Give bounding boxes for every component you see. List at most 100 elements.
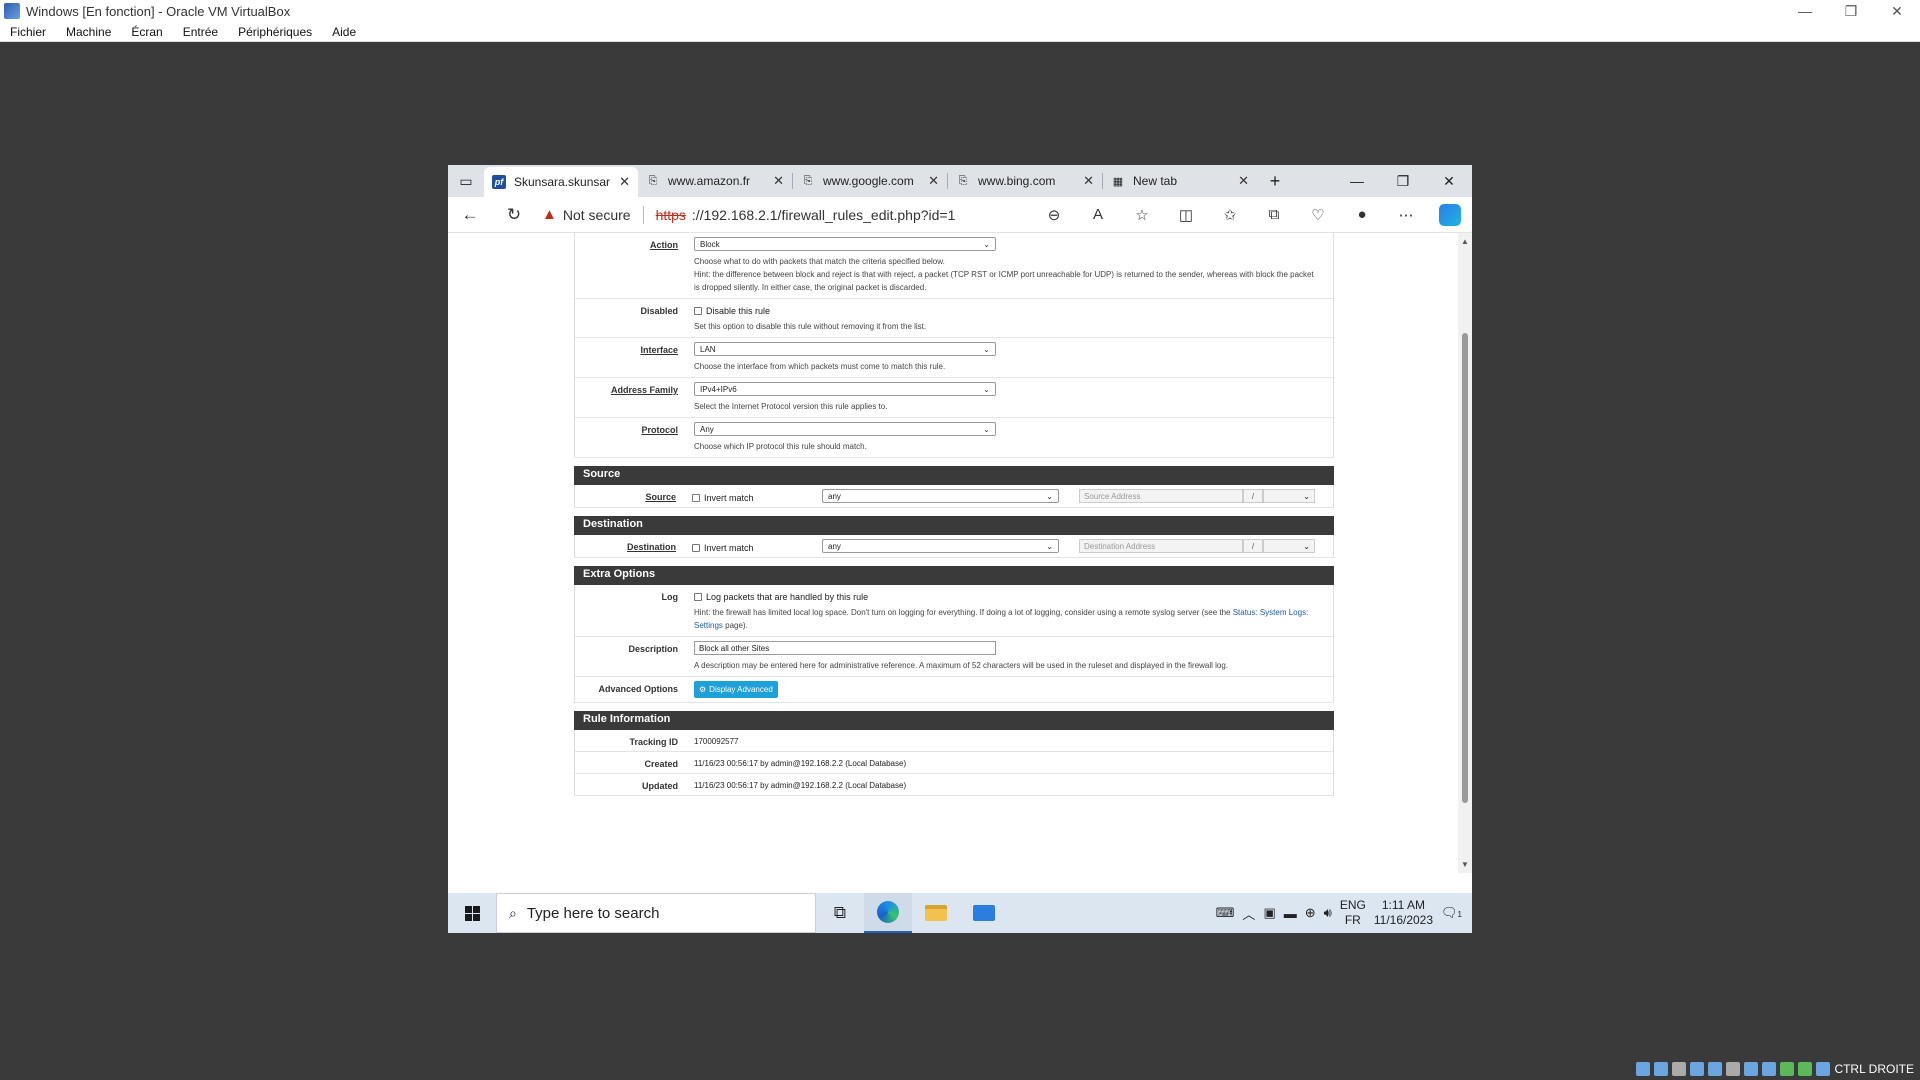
close-tab-icon[interactable]: ✕ (773, 173, 784, 189)
restore-icon[interactable]: ❐ (1828, 3, 1874, 20)
cpu-icon[interactable] (1780, 1062, 1795, 1076)
close-icon[interactable]: ✕ (1426, 165, 1472, 197)
mail-button[interactable] (960, 893, 1008, 933)
volume-icon[interactable]: 🔊︎ (1324, 905, 1332, 921)
new-tab-button[interactable]: + (1257, 165, 1293, 197)
profile-icon[interactable]: ● (1340, 206, 1384, 223)
network-icon[interactable]: ⊕ (1305, 905, 1316, 921)
notification-icon[interactable]: 🗨︎1 (1441, 905, 1462, 921)
workspaces-icon[interactable]: ▭ (448, 165, 484, 197)
close-tab-icon[interactable]: ✕ (1083, 173, 1094, 189)
protocol-select[interactable]: Any ⌄ (694, 422, 996, 436)
row-protocol: Protocol Any ⌄ Choose which IP protocol t… (574, 418, 1334, 458)
battery-icon[interactable]: ▬ (1284, 906, 1297, 921)
page-scrollbar[interactable]: ▲ ▼ (1458, 233, 1472, 873)
close-tab-icon[interactable]: ✕ (928, 173, 939, 189)
field-label: Protocol (641, 425, 678, 435)
clock[interactable]: 1:11 AM 11/16/2023 (1374, 898, 1433, 928)
mouse-integration-icon[interactable] (1798, 1062, 1813, 1076)
menu-peripheriques[interactable]: Périphériques (228, 25, 322, 39)
menu-entree[interactable]: Entrée (173, 25, 228, 39)
destination-address-input[interactable]: Destination Address (1079, 539, 1243, 553)
destination-mask-select[interactable]: ⌄ (1263, 539, 1315, 553)
checkbox[interactable] (692, 493, 700, 502)
not-secure-label[interactable]: Not secure (563, 207, 631, 223)
field-label: Address Family (610, 385, 678, 395)
minimize-icon[interactable]: — (1334, 165, 1380, 197)
warning-icon[interactable]: ▲ (542, 206, 557, 223)
address-family-select[interactable]: IPv4+IPv6 ⌄ (694, 382, 996, 396)
source-address-input[interactable]: Source Address (1079, 489, 1243, 503)
network-adapter-icon[interactable] (1690, 1062, 1705, 1076)
menu-ecran[interactable]: Écran (121, 25, 172, 39)
tab-new-tab[interactable]: ▦ New tab ✕ (1103, 165, 1257, 197)
usb-icon[interactable] (1708, 1062, 1723, 1076)
minimize-icon[interactable]: — (1782, 3, 1828, 20)
destination-invert-checkbox[interactable]: Invert match (692, 540, 822, 553)
chevron-up-icon[interactable]: ︿ (1242, 904, 1255, 923)
checkbox[interactable] (692, 543, 700, 552)
close-tab-icon[interactable]: ✕ (1238, 173, 1249, 189)
created-value: 11/16/23 00:56:17 by admin@192.168.2.2 (… (694, 759, 907, 768)
harddisk-icon[interactable] (1636, 1062, 1651, 1076)
task-view-icon[interactable]: ⧉ (816, 893, 864, 933)
menu-machine[interactable]: Machine (56, 25, 121, 39)
keyboard-icon[interactable]: ⌨ (1216, 905, 1235, 921)
browser-essentials-icon[interactable]: ♡ (1296, 206, 1340, 224)
field-label: Destination (626, 542, 676, 552)
source-type-select[interactable]: any ⌄ (822, 489, 1059, 503)
recording-icon[interactable] (1762, 1062, 1777, 1076)
checkbox-label: Disable this rule (706, 306, 771, 316)
taskbar-search[interactable]: ⌕ Type here to search (496, 893, 816, 933)
newtab-icon: ▦ (1112, 175, 1124, 188)
scrollbar-thumb[interactable] (1462, 333, 1468, 803)
edge-taskbar-button[interactable] (864, 893, 912, 933)
section-header-extra-options: Extra Options (574, 566, 1334, 585)
file-explorer-button[interactable] (912, 893, 960, 933)
menu-aide[interactable]: Aide (322, 25, 366, 39)
display-icon[interactable] (1744, 1062, 1759, 1076)
menu-fichier[interactable]: Fichier (0, 25, 56, 39)
action-select[interactable]: Block ⌄ (694, 237, 996, 251)
collections-icon[interactable]: ⧉ (1252, 206, 1296, 223)
source-mask-select[interactable]: ⌄ (1263, 489, 1315, 503)
shared-folder-icon[interactable] (1726, 1062, 1741, 1076)
display-advanced-button[interactable]: ⚙ Display Advanced (694, 681, 778, 698)
address-bar[interactable]: ▲ Not secure https://192.168.2.1/firewal… (542, 201, 1032, 229)
keyboard-capture-icon[interactable] (1816, 1062, 1831, 1076)
tab-bing[interactable]: ⎘ www.bing.com ✕ (948, 165, 1102, 197)
meet-now-icon[interactable]: ▣ (1263, 905, 1275, 921)
virtualbox-icon (4, 3, 20, 19)
log-checkbox[interactable]: Log packets that are handled by this rul… (694, 589, 1315, 602)
optical-drive-icon[interactable] (1654, 1062, 1669, 1076)
refresh-icon[interactable]: ↻ (492, 205, 536, 225)
browser-tabbar: ▭ pf Skunsara.skunsar ✕ ⎘ www.amazon.fr … (448, 165, 1472, 197)
back-icon[interactable]: ← (448, 205, 492, 225)
audio-icon[interactable] (1672, 1062, 1687, 1076)
favorite-star-icon[interactable]: ☆ (1120, 206, 1164, 224)
start-button[interactable] (448, 905, 496, 921)
destination-type-select[interactable]: any ⌄ (822, 539, 1059, 553)
zoom-icon[interactable]: ⊖ (1032, 206, 1076, 224)
tab-pfsense[interactable]: pf Skunsara.skunsar ✕ (484, 167, 638, 197)
language-indicator[interactable]: ENG FR (1340, 898, 1366, 928)
interface-select[interactable]: LAN ⌄ (694, 342, 996, 356)
checkbox[interactable] (694, 593, 702, 601)
checkbox[interactable] (694, 307, 702, 315)
split-screen-icon[interactable]: ◫ (1164, 206, 1208, 224)
description-input[interactable]: Block all other Sites (694, 641, 996, 655)
copilot-icon[interactable] (1439, 203, 1461, 226)
restore-icon[interactable]: ❐ (1380, 165, 1426, 197)
scroll-down-icon[interactable]: ▼ (1461, 860, 1469, 869)
read-aloud-icon[interactable]: A (1076, 206, 1120, 223)
tab-amazon[interactable]: ⎘ www.amazon.fr ✕ (638, 165, 792, 197)
scroll-up-icon[interactable]: ▲ (1461, 237, 1469, 246)
close-icon[interactable]: ✕ (1874, 3, 1920, 20)
favorites-icon[interactable]: ✩ (1208, 206, 1252, 224)
more-icon[interactable]: ⋯ (1384, 206, 1428, 224)
tab-google[interactable]: ⎘ www.google.com ✕ (793, 165, 947, 197)
source-invert-checkbox[interactable]: Invert match (692, 490, 822, 503)
field-label: Action (650, 240, 678, 250)
disable-rule-checkbox[interactable]: Disable this rule (694, 303, 1315, 316)
close-tab-icon[interactable]: ✕ (619, 174, 630, 190)
